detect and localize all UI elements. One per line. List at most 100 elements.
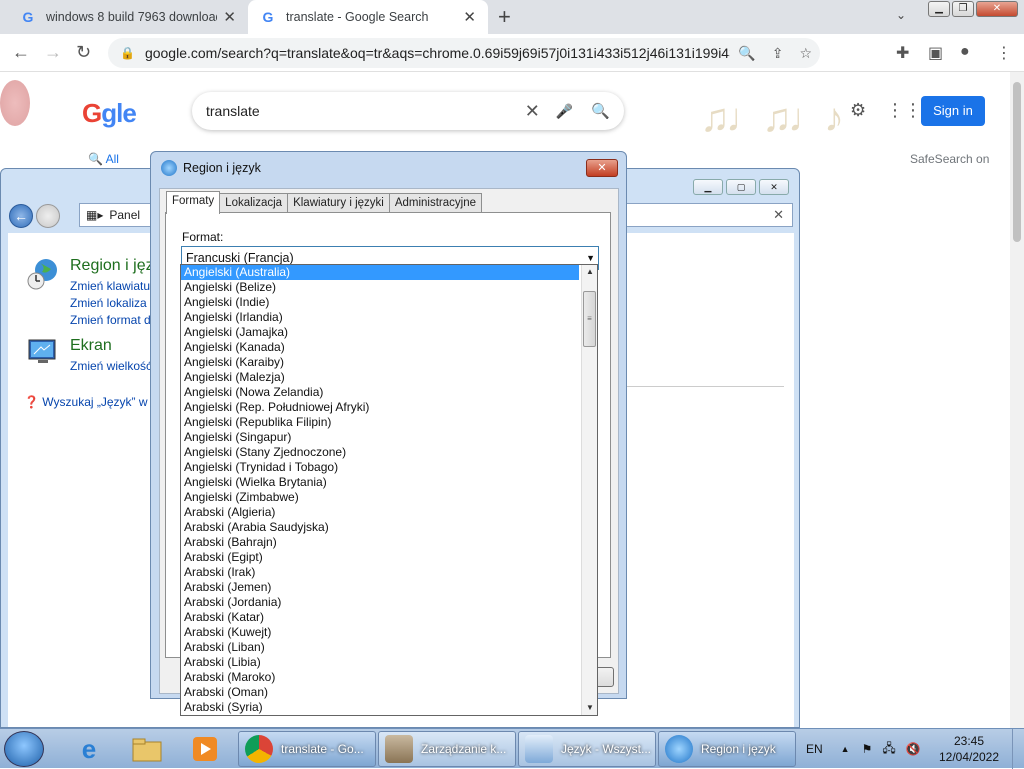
- change-location-link[interactable]: Zmień lokaliza: [70, 296, 147, 310]
- format-option[interactable]: Angielski (Stany Zjednoczone): [181, 445, 579, 460]
- file-explorer-icon[interactable]: [120, 731, 174, 767]
- tab-close-icon[interactable]: ✕: [463, 8, 476, 26]
- back-arrow-icon[interactable]: ←: [12, 42, 30, 63]
- restore-button[interactable]: ❐: [952, 1, 974, 17]
- format-option[interactable]: Angielski (Irlandia): [181, 310, 579, 325]
- language-indicator[interactable]: EN: [806, 742, 823, 756]
- help-search-link[interactable]: ❓ Wyszukaj „Język” w P: [24, 395, 159, 409]
- google-doodle-logo[interactable]: Ggle: [82, 98, 137, 129]
- format-option[interactable]: Angielski (Rep. Południowej Afryki): [181, 400, 579, 415]
- zoom-icon[interactable]: 🔍: [738, 45, 755, 62]
- bookmark-star-icon[interactable]: ☆: [799, 45, 812, 62]
- format-option[interactable]: Arabski (Katar): [181, 610, 579, 625]
- format-option[interactable]: Angielski (Zimbabwe): [181, 490, 579, 505]
- options-list: Angielski (Australia) Angielski (Belize) A…: [181, 265, 579, 715]
- scrollbar-thumb[interactable]: [1013, 82, 1021, 242]
- forward-arrow-icon[interactable]: →: [44, 42, 62, 63]
- tab-location[interactable]: Lokalizacja: [219, 193, 289, 213]
- cp-minimize-button[interactable]: ▁: [693, 179, 723, 195]
- format-option[interactable]: Angielski (Kanada): [181, 340, 579, 355]
- dialog-close-button[interactable]: ✕: [586, 159, 618, 177]
- microphone-icon[interactable]: 🎤: [556, 103, 573, 120]
- cp-forward-icon[interactable]: [36, 204, 60, 228]
- scroll-up-icon[interactable]: ▲: [582, 265, 597, 279]
- safesearch-status[interactable]: SafeSearch on: [910, 152, 989, 166]
- system-clock[interactable]: 23:45 12/04/2022: [930, 733, 1008, 765]
- format-option[interactable]: Arabski (Irak): [181, 565, 579, 580]
- page-scrollbar[interactable]: [1010, 72, 1024, 728]
- share-icon[interactable]: ⇪: [772, 45, 784, 62]
- show-desktop-button[interactable]: [1012, 729, 1024, 769]
- extensions-icon[interactable]: ✚: [896, 43, 909, 63]
- format-option[interactable]: Angielski (Wielka Brytania): [181, 475, 579, 490]
- cp-address-clear-icon[interactable]: ✕: [773, 207, 784, 223]
- tab-formats[interactable]: Formaty: [166, 191, 221, 214]
- address-bar[interactable]: 🔒 google.com/search?q=translate&oq=tr&aq…: [108, 38, 820, 68]
- format-option[interactable]: Angielski (Australia): [181, 265, 579, 280]
- format-option[interactable]: Angielski (Belize): [181, 280, 579, 295]
- tab-search-icon[interactable]: ⌄: [896, 8, 906, 22]
- search-input[interactable]: [206, 103, 525, 119]
- format-option[interactable]: Angielski (Singapur): [181, 430, 579, 445]
- tab-close-icon[interactable]: ✕: [223, 8, 236, 26]
- clear-search-icon[interactable]: ✕: [525, 101, 540, 122]
- menu-dots-icon[interactable]: ⋮: [996, 43, 1012, 63]
- apps-grid-icon[interactable]: ⋮⋮: [886, 100, 922, 121]
- taskbar-computer-management[interactable]: Zarządzanie k...: [378, 731, 516, 767]
- format-option[interactable]: Arabski (Egipt): [181, 550, 579, 565]
- sign-in-button[interactable]: Sign in: [921, 96, 985, 126]
- format-option[interactable]: Angielski (Malezja): [181, 370, 579, 385]
- taskbar-region[interactable]: Region i język: [658, 731, 796, 767]
- format-option[interactable]: Angielski (Trynidad i Tobago): [181, 460, 579, 475]
- close-window-button[interactable]: ✕: [976, 1, 1018, 17]
- media-player-icon[interactable]: [178, 731, 232, 767]
- format-option[interactable]: Arabski (Maroko): [181, 670, 579, 685]
- reload-icon[interactable]: ↻: [76, 42, 91, 63]
- settings-gear-icon[interactable]: ⚙: [850, 100, 866, 121]
- tab-keyboards-languages[interactable]: Klawiatury i języki: [287, 193, 390, 213]
- profile-icon[interactable]: ●: [960, 43, 970, 61]
- cp-back-icon[interactable]: ←: [9, 204, 33, 228]
- browser-tab[interactable]: G windows 8 build 7963 download ✕: [8, 0, 248, 34]
- internet-explorer-icon[interactable]: e: [62, 731, 116, 767]
- format-option[interactable]: Angielski (Jamajka): [181, 325, 579, 340]
- cp-maximize-button[interactable]: ▢: [726, 179, 756, 195]
- search-icon[interactable]: 🔍: [591, 102, 610, 120]
- browser-tab-active[interactable]: G translate - Google Search ✕: [248, 0, 488, 34]
- taskbar-chrome[interactable]: translate - Go...: [238, 731, 376, 767]
- format-option[interactable]: Arabski (Liban): [181, 640, 579, 655]
- taskbar-language[interactable]: Język - Wszyst...: [518, 731, 656, 767]
- format-option[interactable]: Arabski (Arabia Saudyjska): [181, 520, 579, 535]
- format-option[interactable]: Angielski (Karaiby): [181, 355, 579, 370]
- tab-administrative[interactable]: Administracyjne: [388, 193, 482, 213]
- volume-muted-icon[interactable]: 🔇: [906, 742, 921, 756]
- change-size-link[interactable]: Zmień wielkość: [70, 359, 152, 373]
- change-format-link[interactable]: Zmień format d: [70, 313, 151, 327]
- format-option[interactable]: Arabski (Jemen): [181, 580, 579, 595]
- scrollbar-thumb[interactable]: ≡: [583, 291, 596, 347]
- action-center-flag-icon[interactable]: ⚑: [862, 742, 873, 756]
- display-title[interactable]: Ekran: [70, 337, 112, 355]
- minimize-button[interactable]: ▁: [928, 1, 950, 17]
- format-option[interactable]: Arabski (Oman): [181, 685, 579, 700]
- format-option[interactable]: Arabski (Jordania): [181, 595, 579, 610]
- format-option[interactable]: Arabski (Syria): [181, 700, 579, 715]
- change-keyboards-link[interactable]: Zmień klawiatu: [70, 279, 150, 293]
- show-hidden-icons-icon[interactable]: ▲: [841, 744, 850, 754]
- network-icon[interactable]: 🖧: [882, 739, 895, 760]
- format-option[interactable]: Angielski (Republika Filipin): [181, 415, 579, 430]
- format-option[interactable]: Arabski (Libia): [181, 655, 579, 670]
- format-option[interactable]: Angielski (Indie): [181, 295, 579, 310]
- tab-all[interactable]: 🔍 All: [88, 152, 119, 166]
- start-button[interactable]: [4, 731, 44, 767]
- side-panel-icon[interactable]: ▣: [928, 43, 943, 63]
- list-scrollbar[interactable]: ▲ ≡ ▼: [581, 265, 597, 715]
- scroll-down-icon[interactable]: ▼: [582, 701, 597, 715]
- format-option[interactable]: Arabski (Bahrajn): [181, 535, 579, 550]
- format-option[interactable]: Arabski (Algieria): [181, 505, 579, 520]
- cp-close-button[interactable]: ✕: [759, 179, 789, 195]
- new-tab-button[interactable]: +: [498, 4, 511, 30]
- format-option[interactable]: Angielski (Nowa Zelandia): [181, 385, 579, 400]
- region-language-title[interactable]: Region i jęz: [70, 257, 154, 275]
- format-option[interactable]: Arabski (Kuwejt): [181, 625, 579, 640]
